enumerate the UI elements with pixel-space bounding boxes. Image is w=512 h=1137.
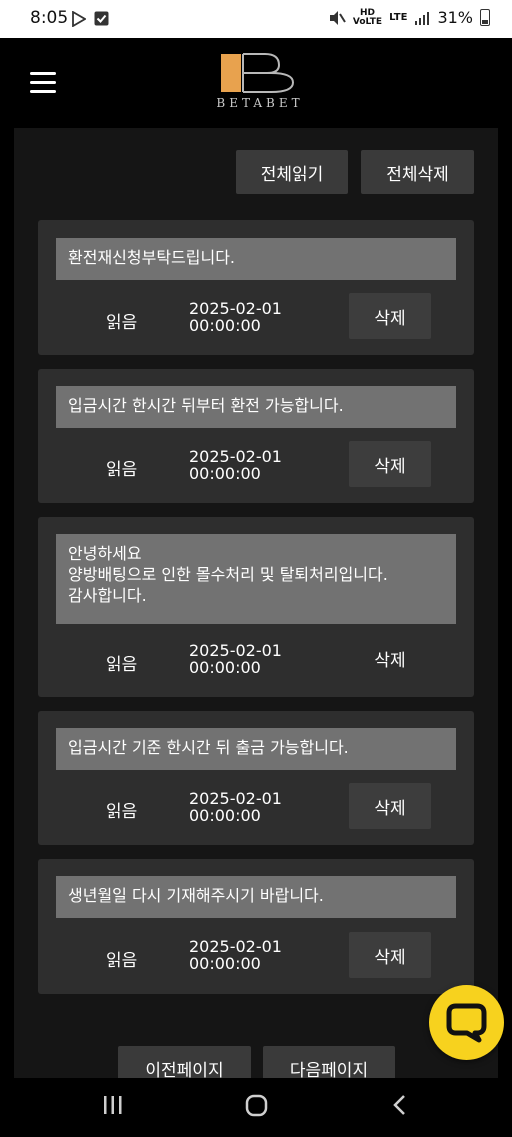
message-card: 생년월일 다시 기재해주시기 바랍니다. 읽음 2025-02-01 00:00:… [38, 859, 474, 994]
message-date-time: 00:00:00 [189, 658, 261, 677]
read-status: 읽음 [106, 655, 138, 675]
message-text: 입금시간 한시간 뒤부터 환전 가능합니다. [56, 386, 456, 428]
mute-icon [329, 10, 346, 25]
delete-button[interactable]: 삭제 [349, 293, 431, 339]
message-text: 환전재신청부탁드립니다. [56, 238, 456, 280]
delete-all-button[interactable]: 전체삭제 [361, 150, 474, 194]
logo-mark-icon [221, 53, 295, 93]
message-card: 입금시간 기준 한시간 뒤 출금 가능합니다. 읽음 2025-02-01 00:… [38, 711, 474, 845]
read-status: 읽음 [106, 802, 138, 822]
delete-button[interactable]: 삭제 [349, 783, 431, 829]
hd-voice-icon: HD VoLTE [352, 7, 383, 27]
chat-button[interactable] [429, 985, 504, 1060]
status-time: 8:05 [30, 8, 69, 28]
chat-bubble-icon [446, 1003, 487, 1043]
message-date-time: 00:00:00 [189, 464, 261, 483]
message-list-panel: 전체읽기 전체삭제 환전재신청부탁드립니다. 읽음 2025-02-01 00:0… [14, 128, 498, 1078]
message-date: 2025-02-01 00:00:00 [189, 300, 282, 334]
message-text: 안녕하세요 양방배팅으로 인한 몰수처리 및 탈퇴처리입니다. 감사합니다. [56, 534, 456, 624]
system-nav-bar [0, 1078, 512, 1137]
delete-button[interactable]: 삭제 [349, 441, 431, 487]
message-text: 입금시간 기준 한시간 뒤 출금 가능합니다. [56, 728, 456, 770]
delete-button[interactable]: 삭제 [349, 932, 431, 978]
battery-level: 31% [437, 8, 473, 27]
prev-page-button[interactable]: 이전페이지 [118, 1046, 251, 1078]
message-date: 2025-02-01 00:00:00 [189, 642, 282, 676]
check-box-icon [94, 11, 109, 26]
battery-icon [480, 9, 490, 26]
message-date: 2025-02-01 00:00:00 [189, 938, 282, 972]
read-status: 읽음 [106, 313, 138, 333]
logo[interactable]: BETABET [195, 52, 325, 112]
lte-icon: LTE [389, 11, 408, 23]
message-date-time: 00:00:00 [189, 806, 261, 825]
play-store-icon [72, 11, 86, 27]
message-text: 생년월일 다시 기재해주시기 바랍니다. [56, 876, 456, 918]
app-header: BETABET [0, 38, 512, 128]
message-card: 안녕하세요 양방배팅으로 인한 몰수처리 및 탈퇴처리입니다. 감사합니다. 읽… [38, 517, 474, 697]
hd-voice-label: HD [359, 7, 375, 18]
status-right: HD VoLTE LTE 31% [328, 8, 490, 27]
read-status: 읽음 [106, 460, 138, 480]
message-card: 입금시간 한시간 뒤부터 환전 가능합니다. 읽음 2025-02-01 00:0… [38, 369, 474, 503]
message-date-time: 00:00:00 [189, 316, 261, 335]
message-date: 2025-02-01 00:00:00 [189, 790, 282, 824]
message-date: 2025-02-01 00:00:00 [189, 448, 282, 482]
read-status: 읽음 [106, 951, 138, 971]
back-icon[interactable] [392, 1094, 406, 1116]
logo-text: BETABET [216, 96, 304, 110]
status-bar: 8:05 HD VoLTE LTE 31% [0, 0, 512, 38]
signal-icon [415, 11, 430, 25]
delete-button[interactable]: 삭제 [349, 635, 431, 681]
recent-apps-icon[interactable] [103, 1094, 123, 1116]
home-icon[interactable] [245, 1094, 268, 1117]
read-all-button[interactable]: 전체읽기 [236, 150, 348, 194]
message-date-time: 00:00:00 [189, 954, 261, 973]
menu-icon[interactable] [30, 72, 56, 94]
next-page-button[interactable]: 다음페이지 [263, 1046, 395, 1078]
message-card: 환전재신청부탁드립니다. 읽음 2025-02-01 00:00:00 삭제 [38, 220, 474, 355]
